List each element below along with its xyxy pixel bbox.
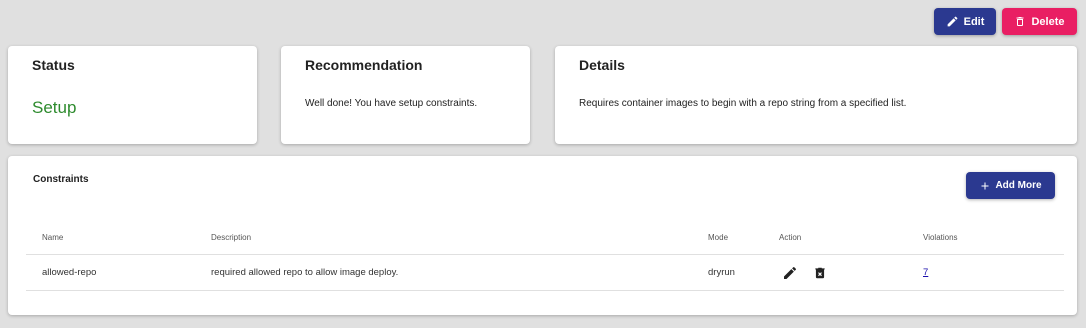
constraint-mode: dryrun [708,267,735,278]
recommendation-card: Recommendation Well done! You have setup… [281,46,530,144]
column-header-name: Name [42,232,64,242]
delete-label: Delete [1031,15,1065,28]
details-text: Requires container images to begin with … [579,98,907,109]
recommendation-text: Well done! You have setup constraints. [305,98,478,109]
edit-button[interactable]: Edit [934,8,996,35]
delete-x-icon [815,267,825,278]
pencil-icon [947,16,957,27]
details-title: Details [579,57,625,73]
column-header-action: Action [779,232,802,242]
constraint-name: allowed-repo [42,267,97,278]
recommendation-title: Recommendation [305,57,423,73]
column-header-mode: Mode [708,232,729,242]
violations-cell: 7 [923,255,928,290]
column-header-description: Description [211,232,252,242]
trash-icon [1016,17,1024,26]
constraint-actions [779,255,839,290]
details-card: Details Requires container images to beg… [555,46,1077,144]
plus-icon [981,182,989,189]
delete-button[interactable]: Delete [1002,8,1077,35]
delete-constraint-button[interactable] [809,262,831,284]
constraints-title: Constraints [33,174,89,185]
edit-constraint-button[interactable] [779,262,801,284]
pencil-icon [784,266,797,279]
status-value: Setup [32,98,77,117]
edit-label: Edit [963,15,985,28]
column-header-violations: Violations [923,232,958,242]
add-more-button[interactable]: Add More [966,172,1055,199]
constraints-card: Constraints Add More Name Description Mo… [8,156,1077,315]
table-row: allowed-repo required allowed repo to al… [26,255,1064,291]
constraints-table: Name Description Mode Action Violations … [26,220,1064,291]
add-more-label: Add More [995,180,1042,191]
constraint-description: required allowed repo to allow image dep… [211,267,399,278]
status-card: Status Setup [8,46,257,144]
status-title: Status [32,57,75,73]
violations-link[interactable]: 7 [923,267,928,278]
table-header: Name Description Mode Action Violations [26,220,1064,255]
